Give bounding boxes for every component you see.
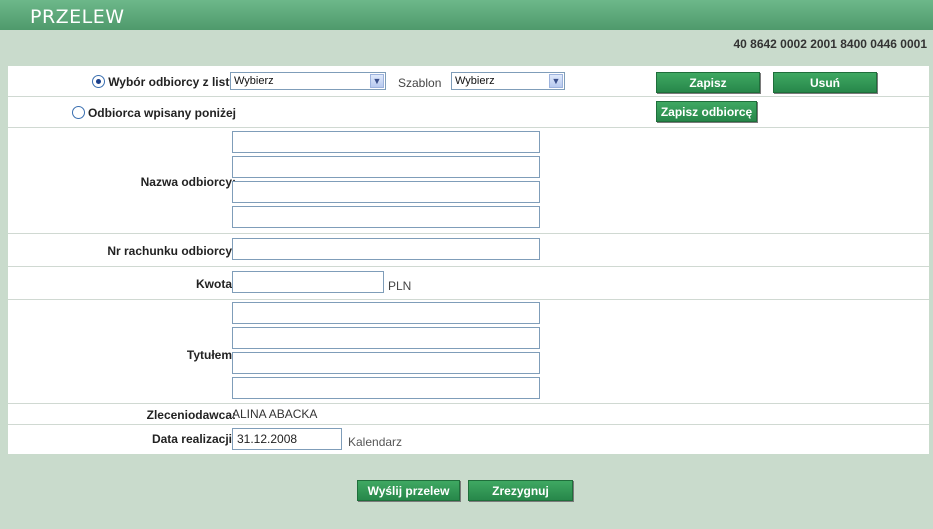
amount-input[interactable]	[232, 271, 384, 293]
delete-button[interactable]: Usuń	[773, 72, 877, 93]
recipient-account-input[interactable]	[232, 238, 540, 260]
cancel-button[interactable]: Zrezygnuj	[468, 480, 573, 501]
recipient-name-line-2[interactable]	[232, 156, 540, 178]
transfer-title-line-1[interactable]	[232, 302, 540, 324]
chevron-down-icon[interactable]: ▼	[370, 74, 384, 88]
amount-label: Kwota:	[196, 277, 236, 291]
recipient-from-list-row: Wybór odbiorcy z listy Wybierz ▼ Szablon…	[8, 66, 929, 97]
template-select[interactable]: Wybierz ▼	[451, 72, 565, 90]
save-button[interactable]: Zapisz	[656, 72, 760, 93]
manual-recipient-label: Odbiorca wpisany poniżej	[87, 106, 236, 120]
transfer-title-row: Tytułem:	[8, 300, 929, 404]
radio-unselected-icon[interactable]	[71, 106, 85, 119]
chevron-down-icon[interactable]: ▼	[549, 74, 563, 88]
execution-date-row: Data realizacji: Kalendarz	[8, 425, 929, 454]
calendar-link[interactable]: Kalendarz	[348, 435, 402, 449]
recipient-from-list-option[interactable]: Wybór odbiorcy z listy	[92, 75, 236, 89]
page-title: PRZELEW	[30, 6, 125, 28]
transfer-title-line-2[interactable]	[232, 327, 540, 349]
template-label: Szablon	[398, 76, 442, 90]
save-recipient-button[interactable]: Zapisz odbiorcę	[656, 101, 757, 122]
recipient-name-line-1[interactable]	[232, 131, 540, 153]
recipient-list-select[interactable]: Wybierz ▼	[230, 72, 386, 90]
recipient-from-list-label: Wybór odbiorcy z listy	[108, 75, 236, 89]
currency-label: PLN	[388, 279, 412, 293]
manual-recipient-option[interactable]: Odbiorca wpisany poniżej	[71, 106, 236, 120]
recipient-account-row: Nr rachunku odbiorcy:	[8, 234, 929, 267]
execution-date-input[interactable]	[232, 428, 342, 450]
manual-recipient-row: Odbiorca wpisany poniżej Zapisz odbiorcę	[8, 97, 929, 128]
header-bar: PRZELEW	[0, 0, 933, 30]
recipient-name-line-4[interactable]	[232, 206, 540, 228]
principal-row: Zleceniodawca: ALINA ABACKA	[8, 404, 929, 425]
recipient-name-line-3[interactable]	[232, 181, 540, 203]
principal-label: Zleceniodawca:	[146, 408, 236, 422]
template-value: Wybierz	[455, 75, 495, 87]
account-number: 40 8642 0002 2001 8400 0446 0001	[733, 37, 927, 51]
transfer-title-label: Tytułem:	[186, 348, 236, 362]
transfer-title-line-3[interactable]	[232, 352, 540, 374]
transfer-title-line-4[interactable]	[232, 377, 540, 399]
radio-selected-icon[interactable]	[92, 75, 106, 88]
recipient-name-label: Nazwa odbiorcy:	[140, 175, 236, 189]
recipient-name-row: Nazwa odbiorcy:	[8, 128, 929, 234]
send-transfer-button[interactable]: Wyślij przelew	[357, 480, 460, 501]
transfer-form-panel: Wybór odbiorcy z listy Wybierz ▼ Szablon…	[8, 66, 929, 454]
amount-row: Kwota: PLN	[8, 267, 929, 300]
execution-date-label: Data realizacji:	[151, 432, 236, 446]
principal-value: ALINA ABACKA	[232, 407, 318, 421]
recipient-list-value: Wybierz	[234, 75, 274, 87]
recipient-account-label: Nr rachunku odbiorcy:	[107, 244, 236, 258]
